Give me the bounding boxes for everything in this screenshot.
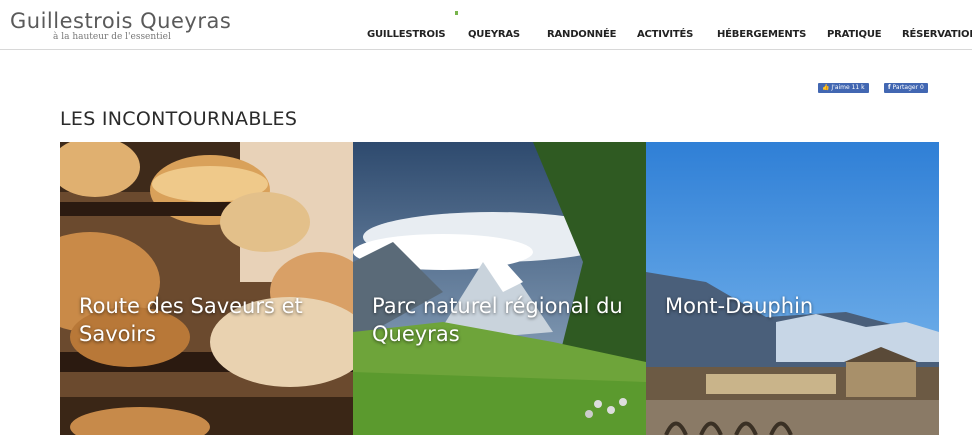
tile-label: Mont-Dauphin — [665, 294, 814, 318]
nav-item-queyras[interactable]: QUEYRAS — [458, 11, 530, 49]
site-header: Guillestrois Queyras à la hauteur de l'e… — [0, 0, 972, 50]
mountain-meadow-image — [353, 142, 646, 435]
nav-item-pratique[interactable]: PRATIQUE — [817, 11, 891, 49]
cheese-image — [60, 142, 353, 435]
like-label: J'aime 11 k — [831, 84, 865, 91]
share-label: Partager 0 — [892, 84, 924, 91]
facebook-share-button[interactable]: f Partager 0 — [884, 83, 928, 93]
header-divider — [0, 49, 972, 50]
tile-label: Route des Saveurs et Savoirs — [79, 294, 303, 346]
logo-title: Guillestrois Queyras — [10, 9, 232, 33]
nav-item-guillestrois[interactable]: GUILLESTROIS — [357, 11, 456, 49]
thumbs-up-icon: 👍 — [822, 84, 830, 91]
tile-parc-naturel-queyras[interactable]: Parc naturel régional du Queyras — [353, 142, 646, 435]
tile-mont-dauphin[interactable]: Mont-Dauphin — [646, 142, 939, 435]
mont-dauphin-image — [646, 142, 939, 435]
nav-item-activites[interactable]: ACTIVITÉS — [627, 11, 703, 49]
tile-label: Parc naturel régional du Queyras — [372, 294, 623, 346]
nav-item-reservation[interactable]: RÉSERVATION — [892, 11, 972, 49]
logo-tagline: à la hauteur de l'essentiel — [53, 32, 171, 42]
nav-item-hebergements[interactable]: HÉBERGEMENTS — [707, 11, 816, 49]
facebook-like-button[interactable]: 👍 J'aime 11 k — [818, 83, 869, 93]
main-nav: GUILLESTROIS QUEYRAS RANDONNÉE ACTIVITÉS… — [357, 11, 972, 49]
facebook-icon: f — [888, 84, 891, 91]
tile-route-des-saveurs[interactable]: Route des Saveurs et Savoirs — [60, 142, 353, 435]
section-title: LES INCONTOURNABLES — [60, 108, 298, 130]
nav-item-randonnee[interactable]: RANDONNÉE — [537, 11, 626, 49]
site-logo[interactable]: Guillestrois Queyras à la hauteur de l'e… — [10, 10, 231, 42]
